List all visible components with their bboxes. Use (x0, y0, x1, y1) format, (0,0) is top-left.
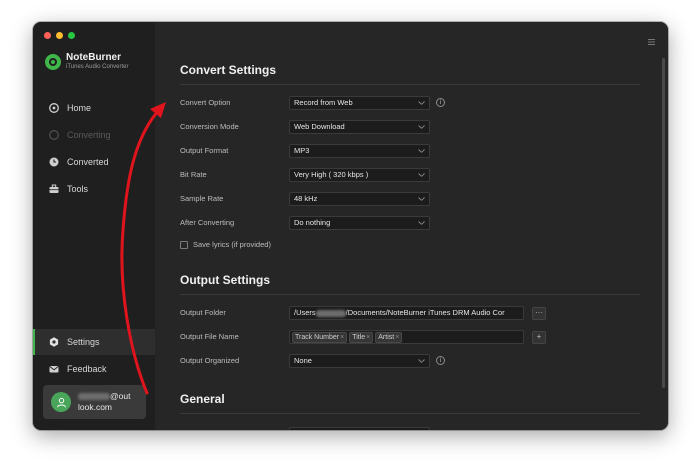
chevron-down-icon (418, 149, 425, 153)
sidebar-item-label: Converting (67, 130, 111, 140)
after-converting-label: After Converting (180, 218, 235, 227)
output-organized-label: Output Organized (180, 356, 240, 365)
sidebar-item-converting: Converting (33, 122, 155, 148)
remove-tag-icon[interactable]: × (395, 334, 399, 341)
account-card[interactable]: @out look.com (43, 385, 146, 419)
output-folder-label: Output Folder (180, 308, 226, 317)
general-title: General (180, 392, 225, 406)
sidebar-item-settings[interactable]: Settings (33, 329, 155, 355)
sidebar-item-home[interactable]: Home (33, 95, 155, 121)
output-file-name-field[interactable]: Track Number× Title× Artist× (289, 330, 524, 344)
chevron-down-icon (418, 173, 425, 177)
bit-rate-label: Bit Rate (180, 170, 207, 179)
app-window: NoteBurner iTunes Audio Converter Home C… (33, 22, 668, 430)
output-format-select[interactable]: MP3 (289, 144, 430, 158)
chevron-down-icon (418, 197, 425, 201)
sidebar-item-label: Converted (67, 157, 109, 167)
sidebar: NoteBurner iTunes Audio Converter Home C… (33, 22, 155, 430)
output-folder-input[interactable]: /Users/Documents/NoteBurner iTunes DRM A… (289, 306, 524, 320)
gear-icon (49, 337, 59, 347)
sample-rate-label: Sample Rate (180, 194, 224, 203)
chevron-down-icon (418, 125, 425, 129)
redacted-username (78, 393, 110, 401)
conversion-mode-label: Conversion Mode (180, 122, 239, 131)
tag-artist[interactable]: Artist× (375, 332, 403, 343)
info-icon[interactable]: i (436, 98, 445, 107)
after-converting-select[interactable]: Do nothing (289, 216, 430, 230)
info-icon[interactable]: i (436, 356, 445, 365)
sample-rate-select[interactable]: 48 kHz (289, 192, 430, 206)
save-lyrics-label: Save lyrics (if provided) (193, 240, 271, 249)
output-file-name-label: Output File Name (180, 332, 239, 341)
divider (180, 84, 640, 85)
general-first-select[interactable] (289, 427, 430, 430)
app-name: NoteBurner (66, 52, 122, 63)
sidebar-item-label: Settings (67, 337, 100, 347)
app-subtitle: iTunes Audio Converter (66, 64, 129, 70)
sidebar-item-converted[interactable]: Converted (33, 149, 155, 175)
chevron-down-icon (418, 101, 425, 105)
clock-icon (49, 157, 59, 167)
zoom-window-button[interactable] (68, 32, 75, 39)
conversion-mode-select[interactable]: Web Download (289, 120, 430, 134)
add-tag-button[interactable]: + (532, 331, 546, 344)
convert-option-select[interactable]: Record from Web (289, 96, 430, 110)
settings-panel: Convert Settings Convert Option Record f… (155, 22, 668, 430)
tag-track-number[interactable]: Track Number× (292, 332, 348, 343)
minimize-window-button[interactable] (56, 32, 63, 39)
tag-title[interactable]: Title× (349, 332, 374, 343)
converting-icon (49, 130, 59, 140)
chevron-down-icon (418, 359, 425, 363)
avatar (51, 392, 71, 412)
convert-option-label: Convert Option (180, 98, 231, 107)
chevron-down-icon (418, 221, 425, 225)
noteburner-logo-icon (45, 54, 61, 70)
divider (180, 294, 640, 295)
mail-icon (49, 364, 59, 374)
sidebar-item-tools[interactable]: Tools (33, 176, 155, 202)
convert-settings-title: Convert Settings (180, 63, 277, 77)
sidebar-item-feedback[interactable]: Feedback (33, 356, 155, 382)
scrollbar[interactable] (662, 58, 665, 388)
output-organized-select[interactable]: None (289, 354, 430, 368)
sidebar-item-label: Tools (67, 184, 89, 194)
remove-tag-icon[interactable]: × (366, 334, 370, 341)
redacted-username (315, 309, 346, 317)
save-lyrics-checkbox[interactable] (180, 241, 188, 249)
output-format-label: Output Format (180, 146, 229, 155)
account-email: @out look.com (78, 391, 131, 412)
close-window-button[interactable] (44, 32, 51, 39)
remove-tag-icon[interactable]: × (340, 334, 344, 341)
output-settings-title: Output Settings (180, 273, 270, 287)
user-icon (56, 397, 66, 407)
divider (180, 413, 640, 414)
sidebar-item-label: Feedback (67, 364, 107, 374)
app-brand: NoteBurner iTunes Audio Converter (45, 52, 128, 72)
home-icon (49, 103, 59, 113)
sidebar-item-label: Home (67, 103, 92, 113)
browse-folder-button[interactable]: ··· (532, 307, 546, 320)
toolbox-icon (49, 184, 59, 194)
bit-rate-select[interactable]: Very High ( 320 kbps ) (289, 168, 430, 182)
window-controls (44, 32, 75, 39)
hamburger-menu-icon[interactable] (648, 32, 655, 50)
